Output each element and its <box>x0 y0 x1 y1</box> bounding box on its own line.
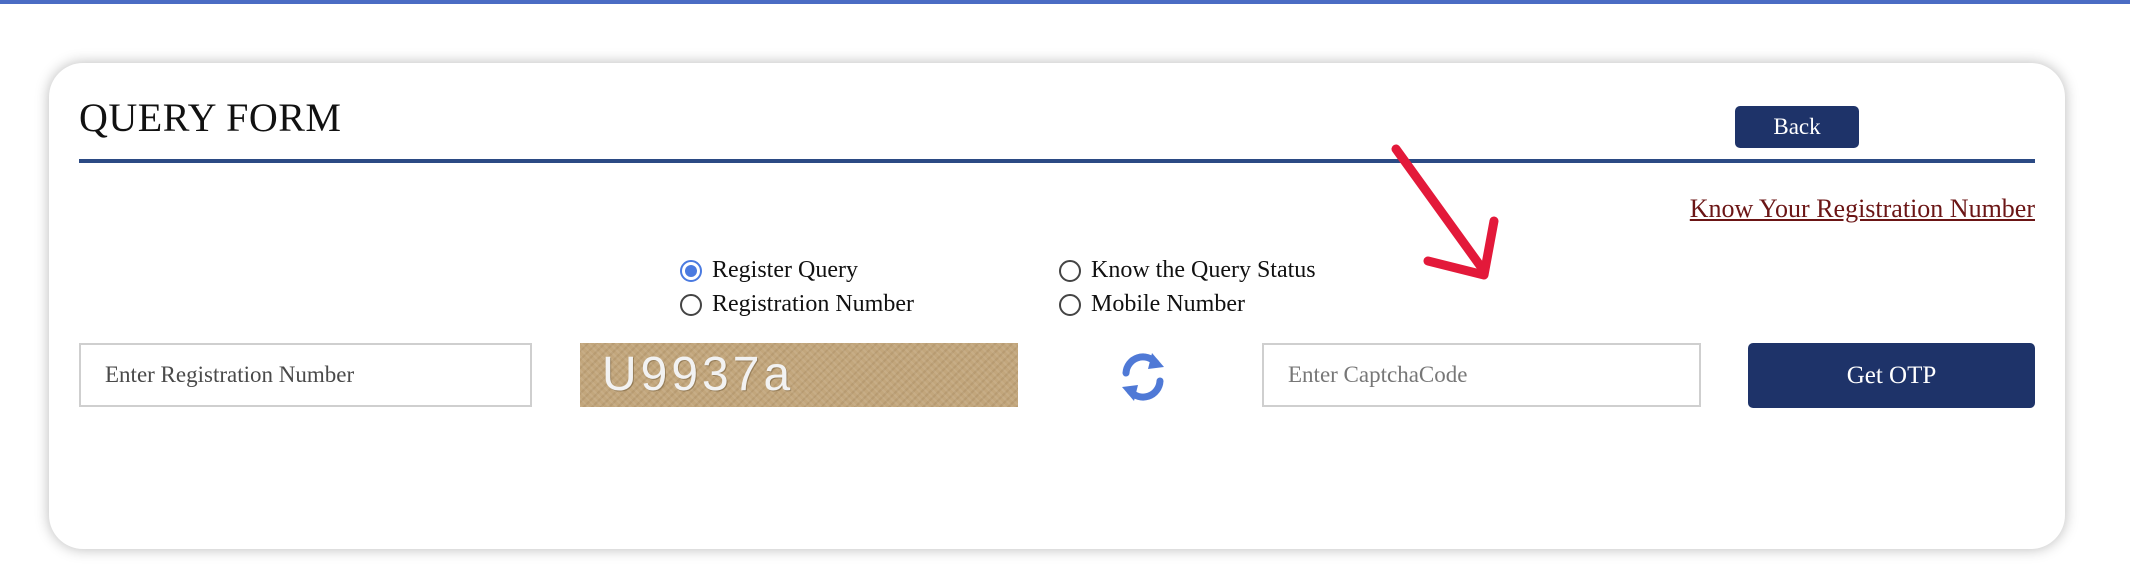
back-button[interactable]: Back <box>1735 106 1859 148</box>
radio-option-register-query[interactable]: Register Query <box>680 255 858 285</box>
radio-label-mobile-number: Mobile Number <box>1091 291 1245 317</box>
radio-option-mobile-number[interactable]: Mobile Number <box>1059 289 1245 319</box>
radio-button-mobile-number[interactable] <box>1059 294 1081 316</box>
captcha-image: U9937a <box>580 343 1018 407</box>
radio-label-know-status: Know the Query Status <box>1091 257 1316 283</box>
refresh-icon[interactable] <box>1118 349 1168 405</box>
red-arrow-icon <box>1380 135 1510 295</box>
captcha-code-input[interactable] <box>1262 343 1701 407</box>
page-title: QUERY FORM <box>79 95 342 140</box>
get-otp-button[interactable]: Get OTP <box>1748 343 2035 408</box>
radio-option-registration-number[interactable]: Registration Number <box>680 289 914 319</box>
radio-button-registration-number[interactable] <box>680 294 702 316</box>
radio-option-know-status[interactable]: Know the Query Status <box>1059 255 1316 285</box>
captcha-code-text: U9937a <box>602 348 795 401</box>
know-registration-number-link[interactable]: Know Your Registration Number <box>1690 193 2035 225</box>
top-accent-bar <box>0 0 2130 4</box>
radio-button-know-status[interactable] <box>1059 260 1081 282</box>
radio-label-registration-number: Registration Number <box>712 291 914 317</box>
registration-number-input[interactable] <box>79 343 532 407</box>
radio-button-register-query[interactable] <box>680 260 702 282</box>
title-divider <box>79 159 2035 163</box>
radio-label-register-query: Register Query <box>712 257 858 283</box>
